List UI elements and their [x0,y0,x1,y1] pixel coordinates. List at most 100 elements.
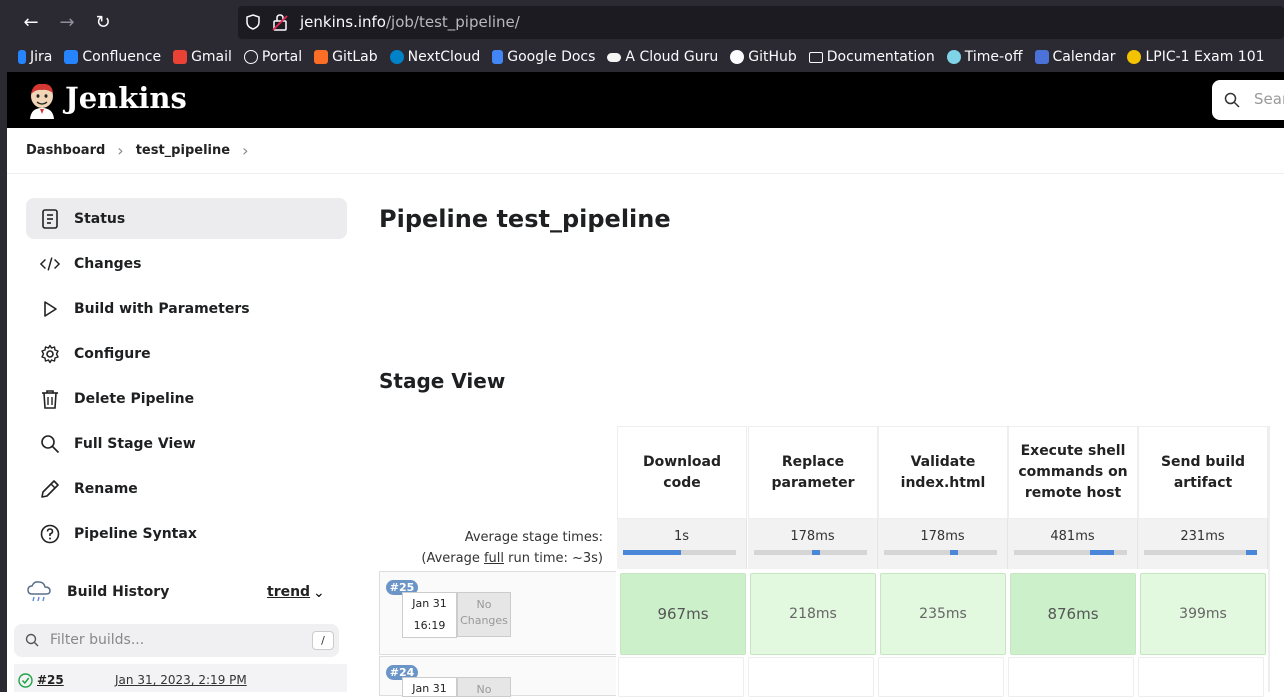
build-number-link[interactable]: #25 [37,673,64,687]
build-history-title: Build History [67,584,170,600]
bookmark-jira[interactable]: Jira [18,47,52,67]
stage-cell[interactable]: 235ms [880,573,1006,655]
chevron-down-icon[interactable]: ⌄ [313,585,325,601]
sidebar-item-label: Changes [74,255,142,272]
gitlab-icon [314,50,329,64]
page-title: Pipeline test_pipeline [379,205,671,233]
help-icon [40,524,60,544]
trend-link[interactable]: trend [267,584,310,600]
stage-cell[interactable] [1138,657,1264,697]
search-placeholder: Sear [1254,90,1284,108]
sidebar-item-delete-pipeline[interactable]: Delete Pipeline [26,378,347,419]
chevron-right-icon[interactable]: › [242,141,248,160]
stage-cell[interactable] [748,657,874,697]
stage-cell[interactable] [618,657,744,697]
back-icon[interactable]: ← [18,10,44,36]
breadcrumb: Dashboard › test_pipeline › [7,128,1284,174]
bookmark-a-cloud-guru[interactable]: A Cloud Guru [607,47,718,67]
reload-icon[interactable]: ↻ [90,10,116,36]
stage-cell[interactable] [878,657,1004,697]
sidebar-item-changes[interactable]: Changes [26,243,347,284]
filter-placeholder: Filter builds... [50,632,145,648]
sidebar-item-status[interactable]: Status [26,198,347,239]
breadcrumb-dashboard[interactable]: Dashboard [26,143,105,158]
run-changes[interactable]: No [457,677,511,697]
bookmark-gitlab[interactable]: GitLab [314,47,378,67]
stage-avg-time: 178ms [920,529,965,544]
success-check-icon [18,673,33,688]
bookmark-confluence[interactable]: Confluence [64,47,161,67]
github-icon [730,50,745,64]
stage-view-title: Stage View [379,369,506,393]
sidebar-item-full-stage-view[interactable]: Full Stage View [26,423,347,464]
search-icon [1224,92,1240,108]
stage-avg-cell: 178ms [878,519,1008,569]
stage-cell[interactable]: 967ms [620,573,746,655]
search-box[interactable]: Sear [1212,80,1284,120]
stage-header: Execute shell commands on remote host [1008,426,1138,519]
bookmark-calendar[interactable]: Calendar [1034,47,1115,67]
sidebar-item-label: Rename [74,480,138,497]
stage-avg-bar [754,550,867,555]
globe-icon [243,50,258,64]
sidebar-item-pipeline-syntax[interactable]: Pipeline Syntax [26,513,347,554]
sidebar-item-configure[interactable]: Configure [26,333,347,374]
stage-avg-cell: 231ms [1138,519,1268,569]
avg-suffix: run time: ~3s) [504,551,603,566]
run-datetime: Jan 31 [402,677,457,697]
avg-prefix: (Average [421,551,484,566]
jenkins-logo-icon[interactable] [25,81,59,119]
stage-avg-time: 481ms [1050,529,1095,544]
build-date-link[interactable]: Jan 31, 2023, 2:19 PM [115,673,247,687]
run-date: Jan 31 [412,682,447,695]
bookmarks-bar: Jira Confluence Gmail Portal GitLab Next… [18,47,1265,67]
run-changes[interactable]: No Changes [457,592,511,637]
stage-avg-cell: 481ms [1008,519,1138,569]
chevron-right-icon: › [117,141,124,160]
stage-avg-fill [623,550,681,555]
stage-header: Validate index.html [878,426,1008,519]
forward-icon[interactable]: → [54,10,80,36]
jenkins-title[interactable]: Jenkins [65,81,187,115]
lpic-icon [1127,50,1142,64]
window-edge [0,72,7,692]
trash-icon [40,389,60,409]
cloud-icon [607,52,622,62]
breadcrumb-test-pipeline[interactable]: test_pipeline [136,143,230,158]
stage-cell[interactable]: 399ms [1140,573,1266,655]
bookmark-portal[interactable]: Portal [243,47,302,67]
sidebar: Status Changes Build with Parameters Con… [26,198,347,558]
time-off-icon [946,50,961,64]
build-history-row[interactable]: #25 Jan 31, 2023, 2:19 PM [14,664,347,692]
avg-full-link[interactable]: full [484,551,504,566]
sidebar-item-rename[interactable]: Rename [26,468,347,509]
bookmark-nextcloud[interactable]: NextCloud [389,47,480,67]
calendar-icon [1034,50,1049,64]
sidebar-item-label: Full Stage View [74,435,196,452]
bookmark-github[interactable]: GitHub [730,47,797,67]
stage-cell[interactable] [1008,657,1134,697]
sidebar-item-build-with-parameters[interactable]: Build with Parameters [26,288,347,329]
filter-builds-input[interactable]: Filter builds... / [14,624,339,657]
gmail-icon [173,50,188,64]
bookmark-google-docs[interactable]: Google Docs [492,47,595,67]
sidebar-item-label: Delete Pipeline [74,390,195,407]
stage-header: Send build artifact [1138,426,1268,519]
stage-avg-bar [1014,550,1127,555]
bookmark-gmail[interactable]: Gmail [173,47,232,67]
stage-cell[interactable]: 218ms [750,573,876,655]
stage-avg-time: 231ms [1180,529,1225,544]
avg-full-runtime: (Average full run time: ~3s) [380,548,603,569]
stage-cell[interactable]: 876ms [1010,573,1136,655]
url-bar[interactable]: jenkins.info/job/test_pipeline/ [238,6,1284,39]
bookmark-documentation[interactable]: Documentation [808,47,935,67]
build-history-header: Build History trend ⌄ [26,573,347,613]
sidebar-item-label: Build with Parameters [74,300,250,317]
search-icon [25,633,39,647]
sidebar-item-label: Status [74,210,126,227]
jira-icon [18,50,26,64]
bookmark-lpic[interactable]: LPIC-1 Exam 101 [1127,47,1265,67]
jenkins-header: Jenkins Sear [7,72,1284,128]
bookmark-time-off[interactable]: Time-off [946,47,1023,67]
stage-avg-bar [1144,550,1257,555]
